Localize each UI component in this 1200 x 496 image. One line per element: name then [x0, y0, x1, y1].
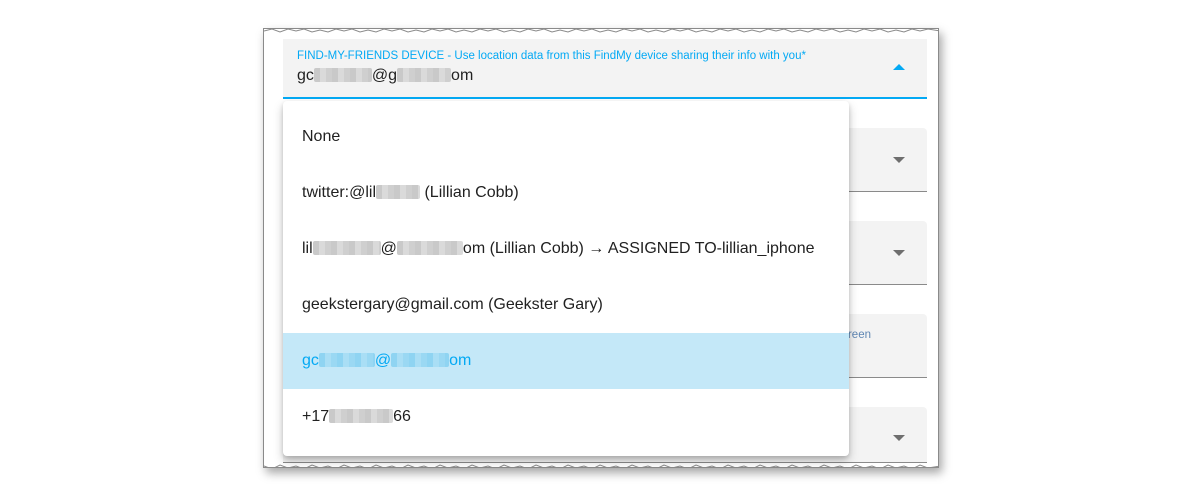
select-label: FIND-MY-FRIENDS DEVICE - Use location da…: [297, 50, 806, 62]
option-label: twitter:@lil: [302, 184, 377, 201]
redacted-text: [376, 185, 421, 199]
find-my-friends-device-select[interactable]: FIND-MY-FRIENDS DEVICE - Use location da…: [283, 39, 927, 99]
redacted-text: [313, 68, 372, 82]
option-label: lil: [302, 240, 313, 257]
redacted-text: [391, 353, 450, 367]
option-label: +17: [302, 408, 330, 425]
arrow-up-icon[interactable]: [893, 64, 905, 70]
select-value-mid: @g: [371, 67, 398, 84]
option-label: @: [380, 240, 397, 257]
menu-option-none[interactable]: None: [283, 109, 849, 165]
option-label: gc: [302, 352, 319, 369]
option-label: geekstergary@gmail.com (Geekster Gary): [302, 296, 603, 313]
arrow-down-icon[interactable]: [893, 157, 905, 163]
select-value: gc @g om: [297, 67, 473, 85]
option-label: @: [374, 352, 392, 369]
field-hint-fragment: reen: [847, 329, 871, 341]
option-label: 66: [393, 408, 411, 425]
menu-option-selected[interactable]: gc @ om: [283, 333, 849, 389]
menu-option-twitter[interactable]: twitter:@lil (Lillian Cobb): [283, 165, 849, 221]
select-value-start: gc: [297, 67, 314, 84]
option-label: None: [302, 128, 341, 145]
menu-option-phone[interactable]: +17 66: [283, 389, 849, 445]
redacted-text: [396, 241, 463, 255]
redacted-text: [397, 68, 452, 82]
redacted-text: [318, 353, 375, 367]
dropdown-menu: None twitter:@lil (Lillian Cobb) lil @ om …: [283, 101, 849, 456]
menu-option-geekster-gary[interactable]: geekstergary@gmail.com (Geekster Gary): [283, 277, 849, 333]
option-label: om (Lillian Cobb) → ASSIGNED TO-lillian_…: [462, 240, 815, 257]
menu-option-lillian-email[interactable]: lil @ om (Lillian Cobb) → ASSIGNED TO-lill…: [283, 221, 849, 277]
option-label: (Lillian Cobb): [420, 184, 519, 201]
option-label: om: [449, 352, 472, 369]
redacted-text: [312, 241, 381, 255]
select-value-end: om: [451, 67, 474, 84]
arrow-down-icon[interactable]: [893, 435, 905, 441]
redacted-text: [329, 409, 394, 423]
arrow-down-icon[interactable]: [893, 250, 905, 256]
